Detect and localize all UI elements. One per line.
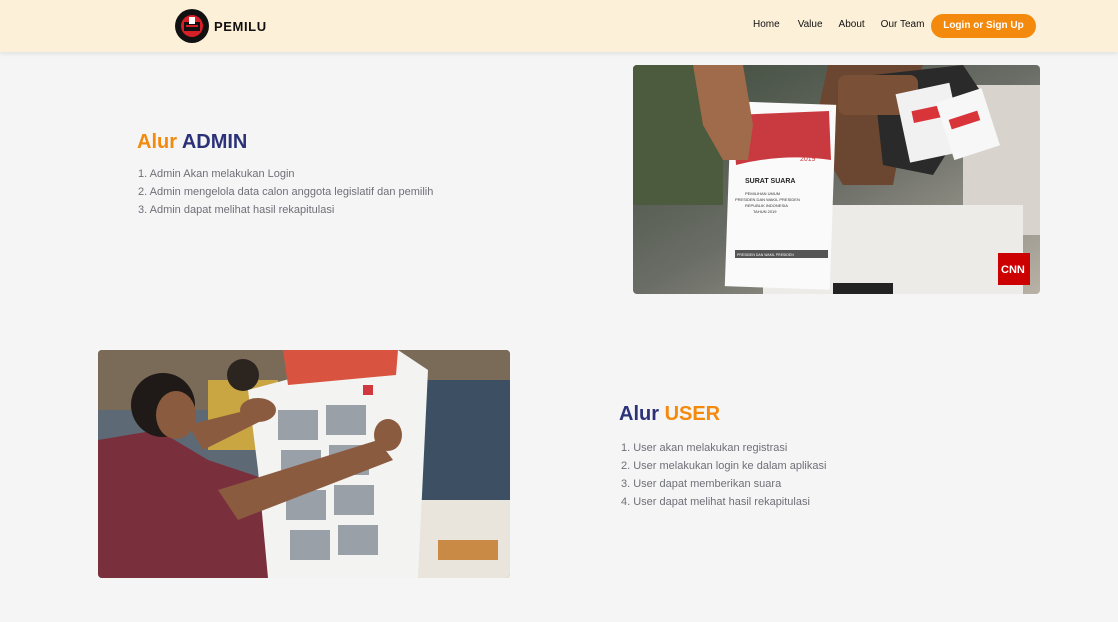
admin-title-prefix: Alur [137, 131, 177, 153]
svg-text:PRESIDEN DAN WAKIL PRESIDEN: PRESIDEN DAN WAKIL PRESIDEN [737, 253, 794, 257]
user-title-highlight: USER [664, 403, 721, 425]
svg-text:2019: 2019 [800, 156, 816, 163]
svg-text:REPUBLIK INDONESIA: REPUBLIK INDONESIA [745, 203, 788, 208]
user-step: 2. User melakukan login ke dalam aplikas… [621, 460, 827, 472]
user-section-title: Alur USER [619, 403, 720, 426]
admin-step: 3. Admin dapat melihat hasil rekapitulas… [138, 204, 335, 216]
svg-text:PEMILIHAN UMUM: PEMILIHAN UMUM [745, 191, 780, 196]
user-step: 1. User akan melakukan registrasi [621, 442, 788, 454]
svg-text:PRESIDEN DAN WAKIL PRESIDEN: PRESIDEN DAN WAKIL PRESIDEN [735, 197, 800, 202]
brand-name: PEMILU [214, 18, 267, 34]
admin-ballot-photo: 2019 SURAT SUARA PEMILIHAN UMUM PRESIDEN… [633, 65, 1040, 294]
nav-links: Home Value About Our Team [753, 19, 924, 30]
admin-steps-list: 1. Admin Akan melakukan Login 2. Admin m… [138, 165, 433, 219]
cnn-watermark: CNN [1001, 264, 1025, 276]
user-step: 3. User dapat memberikan suara [621, 478, 782, 490]
user-steps-list: 1. User akan melakukan registrasi 2. Use… [621, 439, 826, 511]
svg-text:SURAT SUARA: SURAT SUARA [745, 178, 795, 185]
user-title-prefix: Alur [619, 403, 659, 425]
ballot-box-logo-icon [175, 9, 209, 43]
admin-title-highlight: ADMIN [181, 131, 248, 153]
nav-value[interactable]: Value [798, 19, 823, 30]
brand[interactable]: PEMILU [175, 9, 267, 43]
nav-our-team[interactable]: Our Team [881, 19, 925, 30]
svg-text:TAHUN 2019: TAHUN 2019 [753, 209, 777, 214]
nav-home[interactable]: Home [753, 19, 780, 30]
admin-step: 1. Admin Akan melakukan Login [138, 168, 295, 180]
nav-about[interactable]: About [839, 19, 865, 30]
admin-section-title: Alur ADMIN [137, 131, 247, 154]
user-step: 4. User dapat melihat hasil rekapitulasi [621, 496, 810, 508]
navbar: PEMILU Home Value About Our Team Login o… [0, 0, 1118, 52]
user-ballot-photo [98, 350, 510, 578]
admin-step: 2. Admin mengelola data calon anggota le… [138, 186, 434, 198]
login-signup-button[interactable]: Login or Sign Up [931, 14, 1036, 38]
